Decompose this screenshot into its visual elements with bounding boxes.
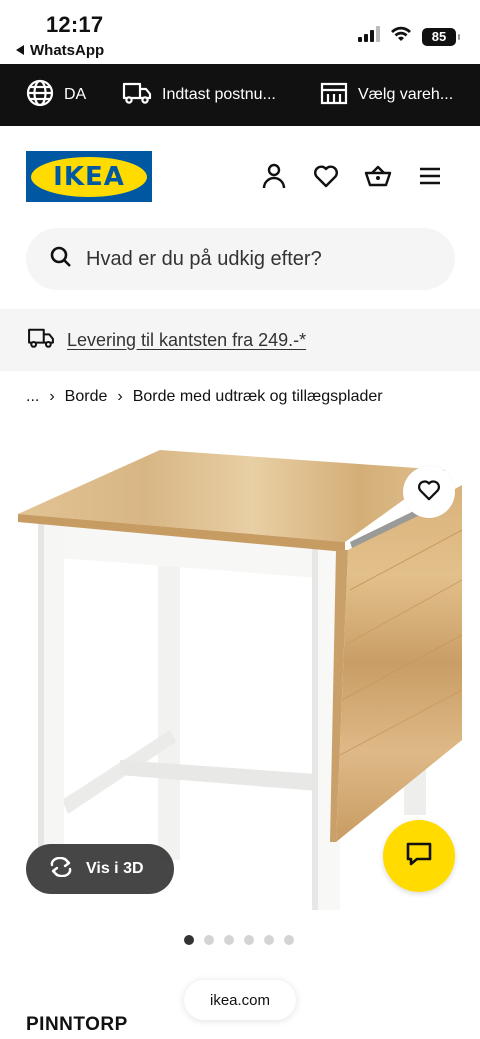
- signal-icon: [358, 26, 380, 47]
- truck-icon: [122, 81, 152, 110]
- chat-button[interactable]: [383, 820, 455, 892]
- status-bar: 12:17 WhatsApp 85: [0, 0, 480, 64]
- language-label: DA: [64, 86, 87, 103]
- carousel-dot[interactable]: [244, 935, 254, 945]
- breadcrumb: ... › Borde › Borde med udtræk og tillæg…: [26, 388, 383, 406]
- search-placeholder: Hvad er du på udkig efter?: [86, 247, 322, 270]
- breadcrumb-ellipsis[interactable]: ...: [26, 388, 39, 406]
- header-actions: [260, 160, 444, 192]
- heart-icon: [417, 479, 441, 506]
- wifi-icon: [390, 26, 412, 47]
- breadcrumb-item-current[interactable]: Borde med udtræk og tillægsplader: [133, 388, 383, 406]
- postcode-label: Indtast postnu...: [162, 86, 276, 103]
- search-input[interactable]: Hvad er du på udkig efter?: [26, 228, 455, 290]
- postcode-selector[interactable]: Indtast postnu...: [122, 81, 298, 110]
- top-utility-bar: DA Indtast postnu... Vælg vareh...: [0, 64, 480, 126]
- carousel-dot[interactable]: [224, 935, 234, 945]
- carousel-dot[interactable]: [284, 935, 294, 945]
- store-icon: [320, 81, 348, 110]
- product-name: PINNTORP: [26, 1014, 128, 1035]
- delivery-banner: Levering til kantsten fra 249.-*: [0, 309, 480, 371]
- browser-url-bar[interactable]: ikea.com: [184, 980, 296, 1020]
- breadcrumb-item-borde[interactable]: Borde: [65, 388, 108, 406]
- menu-icon[interactable]: [416, 160, 444, 192]
- truck-icon: [27, 327, 55, 354]
- ikea-logo[interactable]: IKEA: [26, 151, 152, 202]
- battery-indicator: 85: [422, 27, 460, 46]
- globe-icon: [26, 79, 54, 112]
- delivery-link[interactable]: Levering til kantsten fra 249.-*: [67, 330, 306, 351]
- chat-icon: [405, 841, 433, 872]
- user-icon[interactable]: [260, 160, 288, 192]
- add-to-favourites-button[interactable]: [403, 466, 455, 518]
- back-to-app-link[interactable]: WhatsApp: [16, 42, 104, 59]
- status-time: 12:17: [46, 12, 104, 37]
- image-carousel-dots: [184, 935, 294, 945]
- basket-icon[interactable]: [364, 160, 392, 192]
- carousel-dot[interactable]: [264, 935, 274, 945]
- logo-ellipse: IKEA: [31, 156, 147, 197]
- language-selector[interactable]: DA: [26, 79, 110, 112]
- store-selector[interactable]: Vælg vareh...: [320, 81, 460, 110]
- chevron-right-icon: ›: [117, 388, 123, 405]
- carousel-dot[interactable]: [184, 935, 194, 945]
- logo-text: IKEA: [53, 161, 125, 192]
- store-label: Vælg vareh...: [358, 86, 454, 103]
- heart-icon[interactable]: [312, 160, 340, 192]
- view-in-3d-button[interactable]: Vis i 3D: [26, 844, 174, 894]
- back-arrow-icon: [16, 42, 26, 59]
- view-in-3d-label: Vis i 3D: [86, 860, 144, 877]
- chevron-right-icon: ›: [49, 388, 55, 405]
- back-app-label: WhatsApp: [30, 42, 105, 59]
- search-icon: [50, 246, 72, 273]
- carousel-dot[interactable]: [204, 935, 214, 945]
- rotate-3d-icon: [48, 856, 74, 882]
